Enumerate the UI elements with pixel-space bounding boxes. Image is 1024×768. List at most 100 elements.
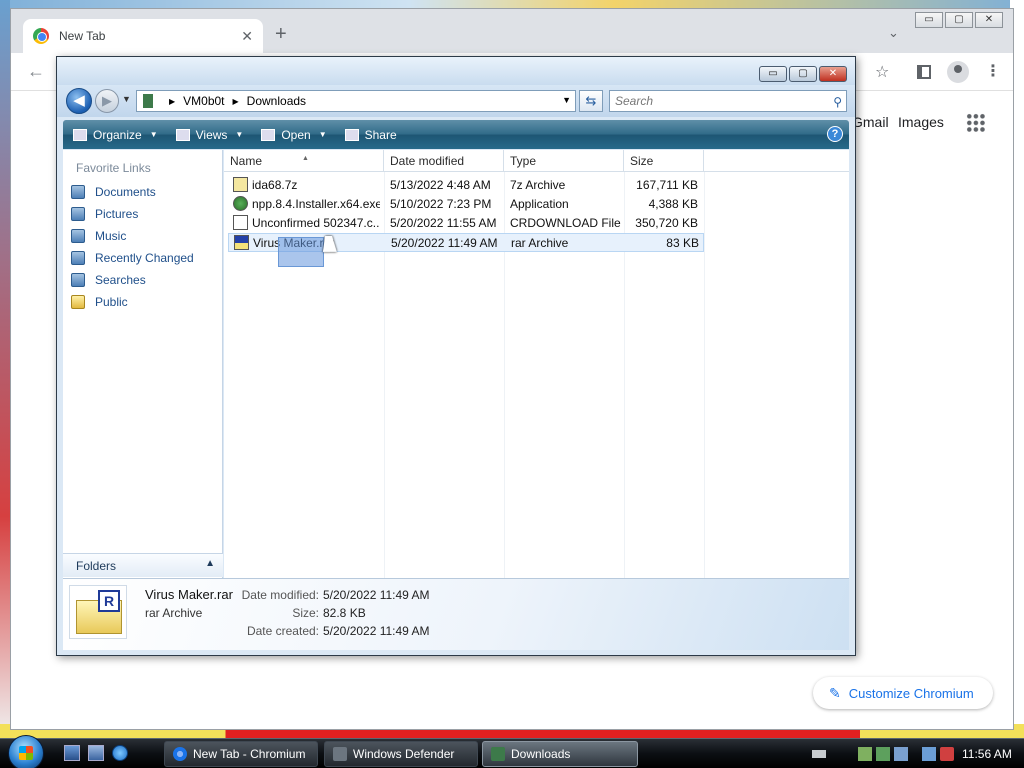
- explorer-titlebar[interactable]: ▭ ▢ ✕: [57, 57, 855, 85]
- switch-windows-icon[interactable]: [88, 745, 104, 761]
- views-label: Views: [195, 127, 228, 142]
- explorer-folder-icon: [491, 747, 505, 761]
- file-row[interactable]: npp.8.4.Installer.x64.exe 5/10/2022 7:23…: [228, 195, 704, 214]
- nav-item-pictures[interactable]: Pictures: [71, 204, 138, 224]
- chevron-down-icon: ▼: [318, 130, 327, 139]
- open-button[interactable]: Open ▼: [261, 128, 327, 142]
- nav-item-label: Recently Changed: [95, 251, 194, 265]
- side-panel-icon[interactable]: [917, 65, 931, 79]
- explorer-minimize-button[interactable]: ▭: [759, 66, 787, 82]
- file-date: 5/13/2022 4:48 AM: [390, 178, 491, 192]
- back-arrow-icon[interactable]: ←: [27, 61, 45, 82]
- organize-icon: [73, 128, 87, 141]
- file-row[interactable]: Unconfirmed 502347.c... 5/20/2022 11:55 …: [228, 214, 704, 233]
- nav-item-searches[interactable]: Searches: [71, 270, 146, 290]
- rar-badge-icon: R: [98, 590, 120, 612]
- refresh-button[interactable]: ⇆: [579, 90, 603, 112]
- folders-toggle-bar[interactable]: Folders ▲: [63, 553, 223, 577]
- folder-icon: [143, 94, 153, 108]
- navigation-pane: Favorite Links Documents Pictures Music …: [63, 150, 223, 578]
- gmail-link[interactable]: Gmail: [852, 114, 889, 130]
- start-button[interactable]: [8, 735, 44, 768]
- breadcrumb-current[interactable]: Downloads: [247, 94, 306, 108]
- update-icon[interactable]: [894, 747, 908, 761]
- help-icon[interactable]: ?: [827, 126, 843, 142]
- pencil-icon: ✎: [829, 684, 841, 701]
- bookmark-star-icon[interactable]: ☆: [875, 62, 889, 82]
- explorer-window: ▭ ▢ ✕ ◀ ▶ ▼ ▶ VM0b0t ▶ Downloads ▼ ⇆ Sea…: [56, 56, 856, 656]
- file-name: ida68.7z: [252, 178, 298, 192]
- forward-button[interactable]: ▶: [95, 89, 119, 113]
- chevron-up-icon[interactable]: ▲: [205, 558, 215, 569]
- file-type: Application: [510, 197, 569, 211]
- google-apps-icon[interactable]: [966, 113, 986, 133]
- column-header-date[interactable]: Date modified: [384, 150, 504, 172]
- taskbar-item-label: Windows Defender: [353, 747, 455, 761]
- taskbar-item-windows-defender[interactable]: Windows Defender: [324, 741, 478, 767]
- chrome-minimize-button[interactable]: ▭: [915, 12, 943, 28]
- images-link[interactable]: Images: [898, 114, 944, 130]
- chrome-close-button[interactable]: ✕: [975, 12, 1003, 28]
- profile-avatar-icon[interactable]: [947, 61, 969, 83]
- column-divider: [704, 172, 705, 578]
- address-dropdown-icon[interactable]: ▼: [562, 95, 571, 105]
- clock[interactable]: 11:56 AM: [962, 747, 1012, 761]
- chrome-tab-new-tab[interactable]: New Tab ✕: [23, 19, 263, 53]
- column-label: Date modified: [390, 154, 465, 168]
- file-type: CRDOWNLOAD File: [510, 216, 621, 230]
- nav-item-recently-changed[interactable]: Recently Changed: [71, 248, 194, 268]
- date-modified-value: 5/20/2022 11:49 AM: [323, 588, 430, 602]
- share-icon: [344, 128, 359, 141]
- internet-explorer-icon[interactable]: [112, 745, 128, 761]
- explorer-maximize-button[interactable]: ▢: [789, 66, 817, 82]
- taskbar-item-chromium[interactable]: New Tab - Chromium: [164, 741, 318, 767]
- organize-button[interactable]: Organize ▼: [73, 128, 158, 142]
- taskbar-item-label: New Tab - Chromium: [193, 747, 306, 761]
- file-row[interactable]: ida68.7z 5/13/2022 4:48 AM 7z Archive 16…: [228, 176, 704, 195]
- column-header-type[interactable]: Type: [504, 150, 624, 172]
- nav-item-public[interactable]: Public: [71, 292, 128, 312]
- nav-item-documents[interactable]: Documents: [71, 182, 156, 202]
- organize-label: Organize: [93, 127, 142, 142]
- details-filetype: rar Archive: [145, 606, 203, 620]
- back-button[interactable]: ◀: [66, 88, 92, 114]
- share-button[interactable]: Share: [344, 128, 397, 142]
- breadcrumb-root[interactable]: VM0b0t: [183, 94, 224, 108]
- taskbar-item-downloads[interactable]: Downloads: [482, 741, 638, 767]
- customize-chromium-button[interactable]: ✎ Customize Chromium: [813, 677, 993, 709]
- search-input[interactable]: Search ⚲: [609, 90, 847, 112]
- taskbar-item-label: Downloads: [511, 747, 571, 761]
- recent-pages-dropdown-icon[interactable]: ▼: [122, 94, 131, 104]
- tab-search-icon[interactable]: ⌄: [888, 25, 899, 41]
- column-label: Type: [510, 154, 537, 168]
- column-header-name[interactable]: Name ▲: [224, 150, 384, 172]
- security-icon[interactable]: [876, 747, 890, 761]
- system-tray: 11:56 AM: [812, 741, 1024, 767]
- new-tab-button[interactable]: +: [275, 23, 287, 46]
- views-button[interactable]: Views ▼: [175, 127, 243, 142]
- file-type: 7z Archive: [510, 178, 566, 192]
- chrome-maximize-button[interactable]: ▢: [945, 12, 973, 28]
- column-header-size[interactable]: Size: [624, 150, 704, 172]
- nav-item-music[interactable]: Music: [71, 226, 126, 246]
- windows-logo-icon: [19, 746, 33, 760]
- show-desktop-icon[interactable]: [64, 745, 80, 761]
- explorer-close-button[interactable]: ✕: [819, 66, 847, 82]
- close-tab-icon[interactable]: ✕: [241, 28, 253, 45]
- connection-icon[interactable]: [922, 747, 936, 761]
- search-placeholder: Search: [615, 94, 654, 108]
- customize-label: Customize Chromium: [848, 685, 974, 701]
- chrome-menu-icon[interactable]: ⋮: [985, 61, 1001, 81]
- address-bar[interactable]: ▶ VM0b0t ▶ Downloads ▼: [136, 90, 576, 112]
- keyboard-icon[interactable]: [812, 750, 826, 758]
- blank-file-icon: [233, 215, 248, 230]
- chevron-down-icon: ▼: [149, 130, 158, 139]
- search-icon[interactable]: ⚲: [833, 92, 842, 112]
- volume-muted-icon[interactable]: [940, 747, 954, 761]
- chrome-tab-title: New Tab: [59, 29, 106, 43]
- file-size: 167,711 KB: [636, 178, 698, 192]
- chromium-favicon-icon: [33, 28, 49, 44]
- network-icon[interactable]: [858, 747, 872, 761]
- views-icon: [175, 128, 190, 141]
- file-name: Unconfirmed 502347.c...: [252, 216, 380, 230]
